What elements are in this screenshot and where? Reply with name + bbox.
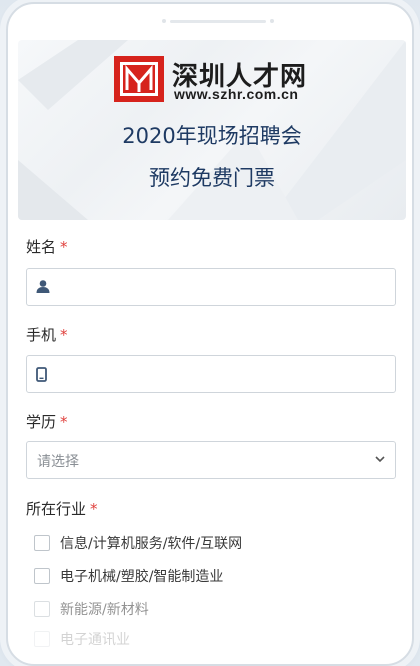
required-mark: *: [90, 500, 98, 518]
education-label-text: 学历: [26, 413, 57, 431]
chevron-down-icon: [375, 456, 385, 463]
required-mark: *: [60, 238, 68, 256]
phone-notch: [8, 18, 412, 24]
checkbox[interactable]: [34, 601, 50, 617]
logo: 深圳人才网 www.szhr.com.cn: [114, 54, 344, 104]
header-banner: 深圳人才网 www.szhr.com.cn 2020年现场招聘会 预约免费门票: [18, 40, 406, 220]
phone-label-text: 手机: [26, 326, 57, 344]
user-icon: [36, 280, 50, 293]
phone-frame: 深圳人才网 www.szhr.com.cn 2020年现场招聘会 预约免费门票 …: [6, 2, 414, 666]
industry-option-label: 新能源/新材料: [60, 602, 149, 618]
education-placeholder: 请选择: [37, 454, 79, 470]
event-subtitle: 预约免费门票: [149, 166, 275, 190]
notch-speaker: [170, 19, 266, 23]
name-label: 姓名 *: [26, 236, 68, 257]
industry-option-label: 信息/计算机服务/软件/互联网: [60, 536, 243, 552]
logo-url: www.szhr.com.cn: [174, 86, 299, 102]
phone-label: 手机 *: [26, 324, 68, 345]
education-label: 学历 *: [26, 411, 68, 432]
required-mark: *: [60, 413, 68, 431]
education-select[interactable]: 请选择: [26, 441, 396, 479]
name-label-text: 姓名: [26, 238, 57, 256]
phone-input[interactable]: [26, 355, 396, 393]
industry-label-text: 所在行业: [26, 500, 87, 518]
szhr-logo-icon: [114, 56, 164, 102]
event-title: 2020年现场招聘会: [122, 124, 302, 148]
notch-dot: [162, 19, 166, 23]
required-mark: *: [60, 326, 68, 344]
checkbox[interactable]: [34, 568, 50, 584]
name-input[interactable]: [26, 268, 396, 306]
checkbox[interactable]: [34, 631, 50, 647]
industry-label: 所在行业 *: [26, 498, 98, 519]
industry-option-label: 电子通讯业: [60, 632, 130, 648]
mobile-phone-icon: [36, 367, 47, 382]
checkbox[interactable]: [34, 535, 50, 551]
notch-dot: [270, 19, 274, 23]
industry-option-label: 电子机械/塑胶/智能制造业: [60, 569, 224, 585]
